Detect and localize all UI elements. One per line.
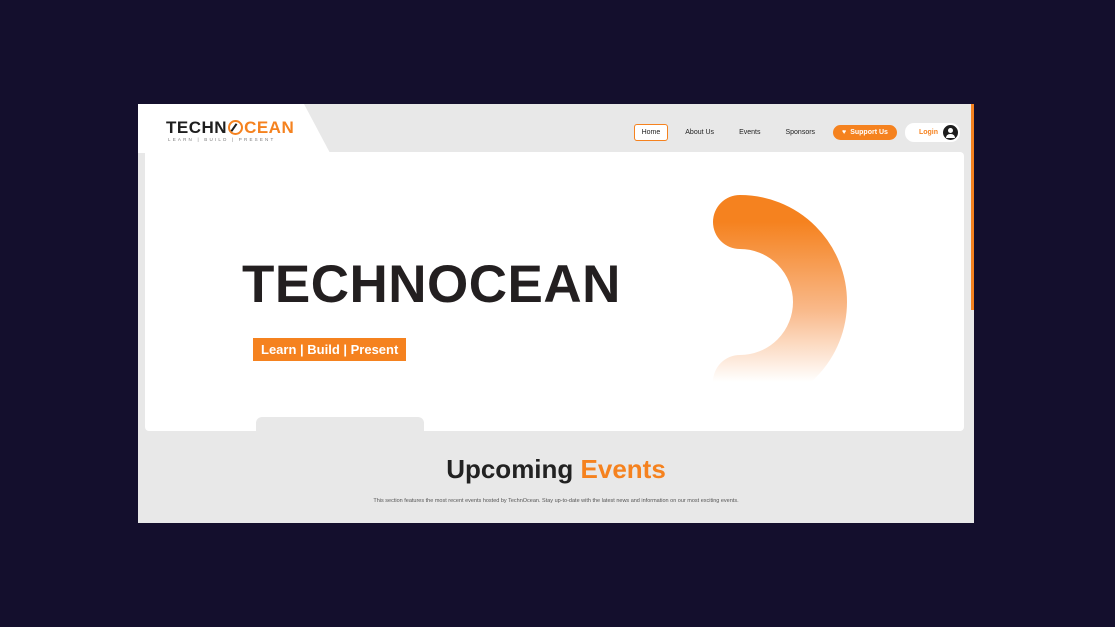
user-avatar-icon <box>943 125 958 140</box>
orange-arc-graphic <box>713 195 847 409</box>
hero-tagline-badge: Learn | Build | Present <box>253 338 407 361</box>
hero-title: TECHNOCEAN <box>242 255 621 314</box>
brand-logo[interactable]: TECHN CEAN <box>166 119 294 137</box>
support-us-button[interactable]: ♥ Support Us <box>833 125 897 140</box>
browser-viewport: TECHN CEAN LEARN | BUILD | PRESENT Home A… <box>138 104 974 523</box>
hero-section: TECHNOCEAN Learn | Build | Present <box>145 152 964 431</box>
login-label: Login <box>918 129 938 136</box>
upcoming-events-description: This section features the most recent ev… <box>373 498 739 504</box>
login-button[interactable]: Login <box>904 123 960 142</box>
logo-text-part1: TECHN <box>166 118 228 137</box>
main-nav: Home About Us Events Sponsors ♥ Support … <box>625 123 960 142</box>
heart-icon: ♥ <box>842 129 847 136</box>
nav-home[interactable]: Home <box>633 124 669 141</box>
power-o-icon <box>228 120 244 135</box>
upcoming-events-title: Upcoming Events <box>138 453 974 485</box>
logo-tab: TECHN CEAN LEARN | BUILD | PRESENT <box>138 104 330 153</box>
hero-bottom-tab <box>256 417 424 433</box>
nav-events[interactable]: Events <box>731 124 768 141</box>
support-us-label: Support Us <box>850 129 888 136</box>
nav-about-us[interactable]: About Us <box>677 124 722 141</box>
scrollbar[interactable] <box>971 104 974 310</box>
logo-text-part2: CEAN <box>244 118 295 137</box>
logo-tagline: LEARN | BUILD | PRESENT <box>168 137 276 142</box>
section-title-part2: Events <box>580 454 666 484</box>
section-title-part1: Upcoming <box>446 454 574 484</box>
nav-sponsors[interactable]: Sponsors <box>777 124 823 141</box>
